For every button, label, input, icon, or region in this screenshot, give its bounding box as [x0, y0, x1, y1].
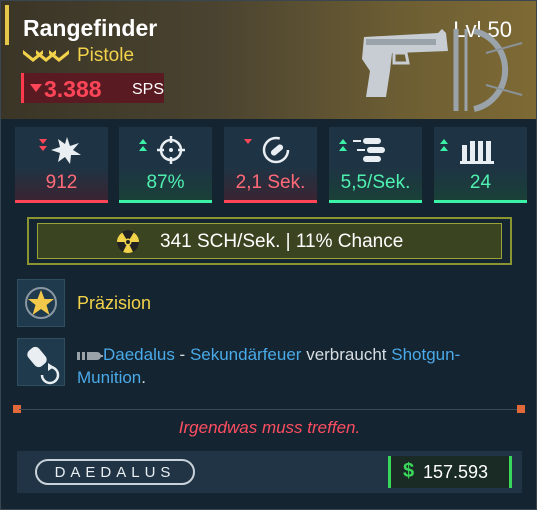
manufacturer-name: DAEDALUS [54, 464, 176, 481]
radiation-icon [116, 230, 140, 253]
weapon-name: Rangefinder [23, 15, 158, 41]
bullets-icon [339, 138, 385, 162]
crosshair-icon [139, 136, 185, 164]
perk-mid: verbraucht [301, 345, 392, 364]
card-footer: DAEDALUS $ 157.593 [17, 451, 522, 493]
price-badge: $ 157.593 [388, 456, 512, 488]
perk-daedalus-text: Daedalus - Sekundärfeuer verbraucht Shot… [77, 343, 497, 389]
elemental-text: 341 SCH/Sek. | 11% Chance [160, 231, 404, 252]
rarity-row: Pistole [23, 45, 134, 67]
stat-magazine: 24 [434, 127, 527, 203]
perk-precision-label: Präzision [77, 293, 152, 313]
stat-damage-value: 912 [45, 172, 78, 193]
stat-reload-value: 2,1 Sek. [235, 172, 306, 193]
elemental-bar: 341 SCH/Sek. | 11% Chance [37, 223, 502, 259]
dps-badge: 3.388 SPS [21, 73, 164, 103]
weapon-card: Rangefinder Lvl 50 Pistole 3.388 SPS 912… [0, 0, 537, 510]
perk-precision [17, 279, 65, 327]
stat-accuracy: 87% [119, 127, 212, 203]
divider [19, 409, 519, 410]
divider-mark-right [517, 405, 525, 413]
stats-row: 912 87% 2,1 Sek. 5,5/Sek. 24 [15, 127, 527, 203]
header-accent [5, 5, 9, 45]
magazine-icon [440, 139, 494, 164]
stat-reload: 2,1 Sek. [224, 127, 317, 203]
manufacturer-logo: DAEDALUS [35, 459, 195, 485]
perk-altfire-link[interactable]: Sekundärfeuer [190, 345, 302, 364]
stat-magazine-value: 24 [469, 172, 492, 193]
dps-down-arrow-icon [30, 84, 42, 92]
weapon-type: Pistole [77, 45, 135, 66]
stat-firerate-value: 5,5/Sek. [340, 172, 411, 193]
rarity-chevrons-icon [23, 50, 69, 62]
reload-icon [244, 136, 290, 164]
damage-burst-icon [39, 137, 81, 164]
grenade-swap-icon [27, 346, 60, 385]
perk-daedalus [17, 338, 65, 386]
card-header: Rangefinder Lvl 50 Pistole 3.388 SPS [1, 1, 536, 119]
perk-sep: - [174, 345, 190, 364]
currency-icon: $ [403, 460, 415, 482]
pistol-icon [362, 28, 523, 112]
dps-value: 3.388 [44, 76, 102, 102]
precision-star-icon [25, 287, 57, 319]
perk-brand-link[interactable]: Daedalus [103, 345, 175, 364]
stat-firerate: 5,5/Sek. [329, 127, 422, 203]
dps-unit: SPS [132, 81, 165, 98]
price-value: 157.593 [423, 462, 489, 482]
stat-damage: 912 [15, 127, 108, 203]
perk-end: . [141, 368, 146, 387]
stat-accuracy-value: 87% [146, 172, 185, 193]
manufacturer-mark-icon [77, 351, 103, 360]
flavor-text: Irgendwas muss treffen. [178, 418, 361, 437]
